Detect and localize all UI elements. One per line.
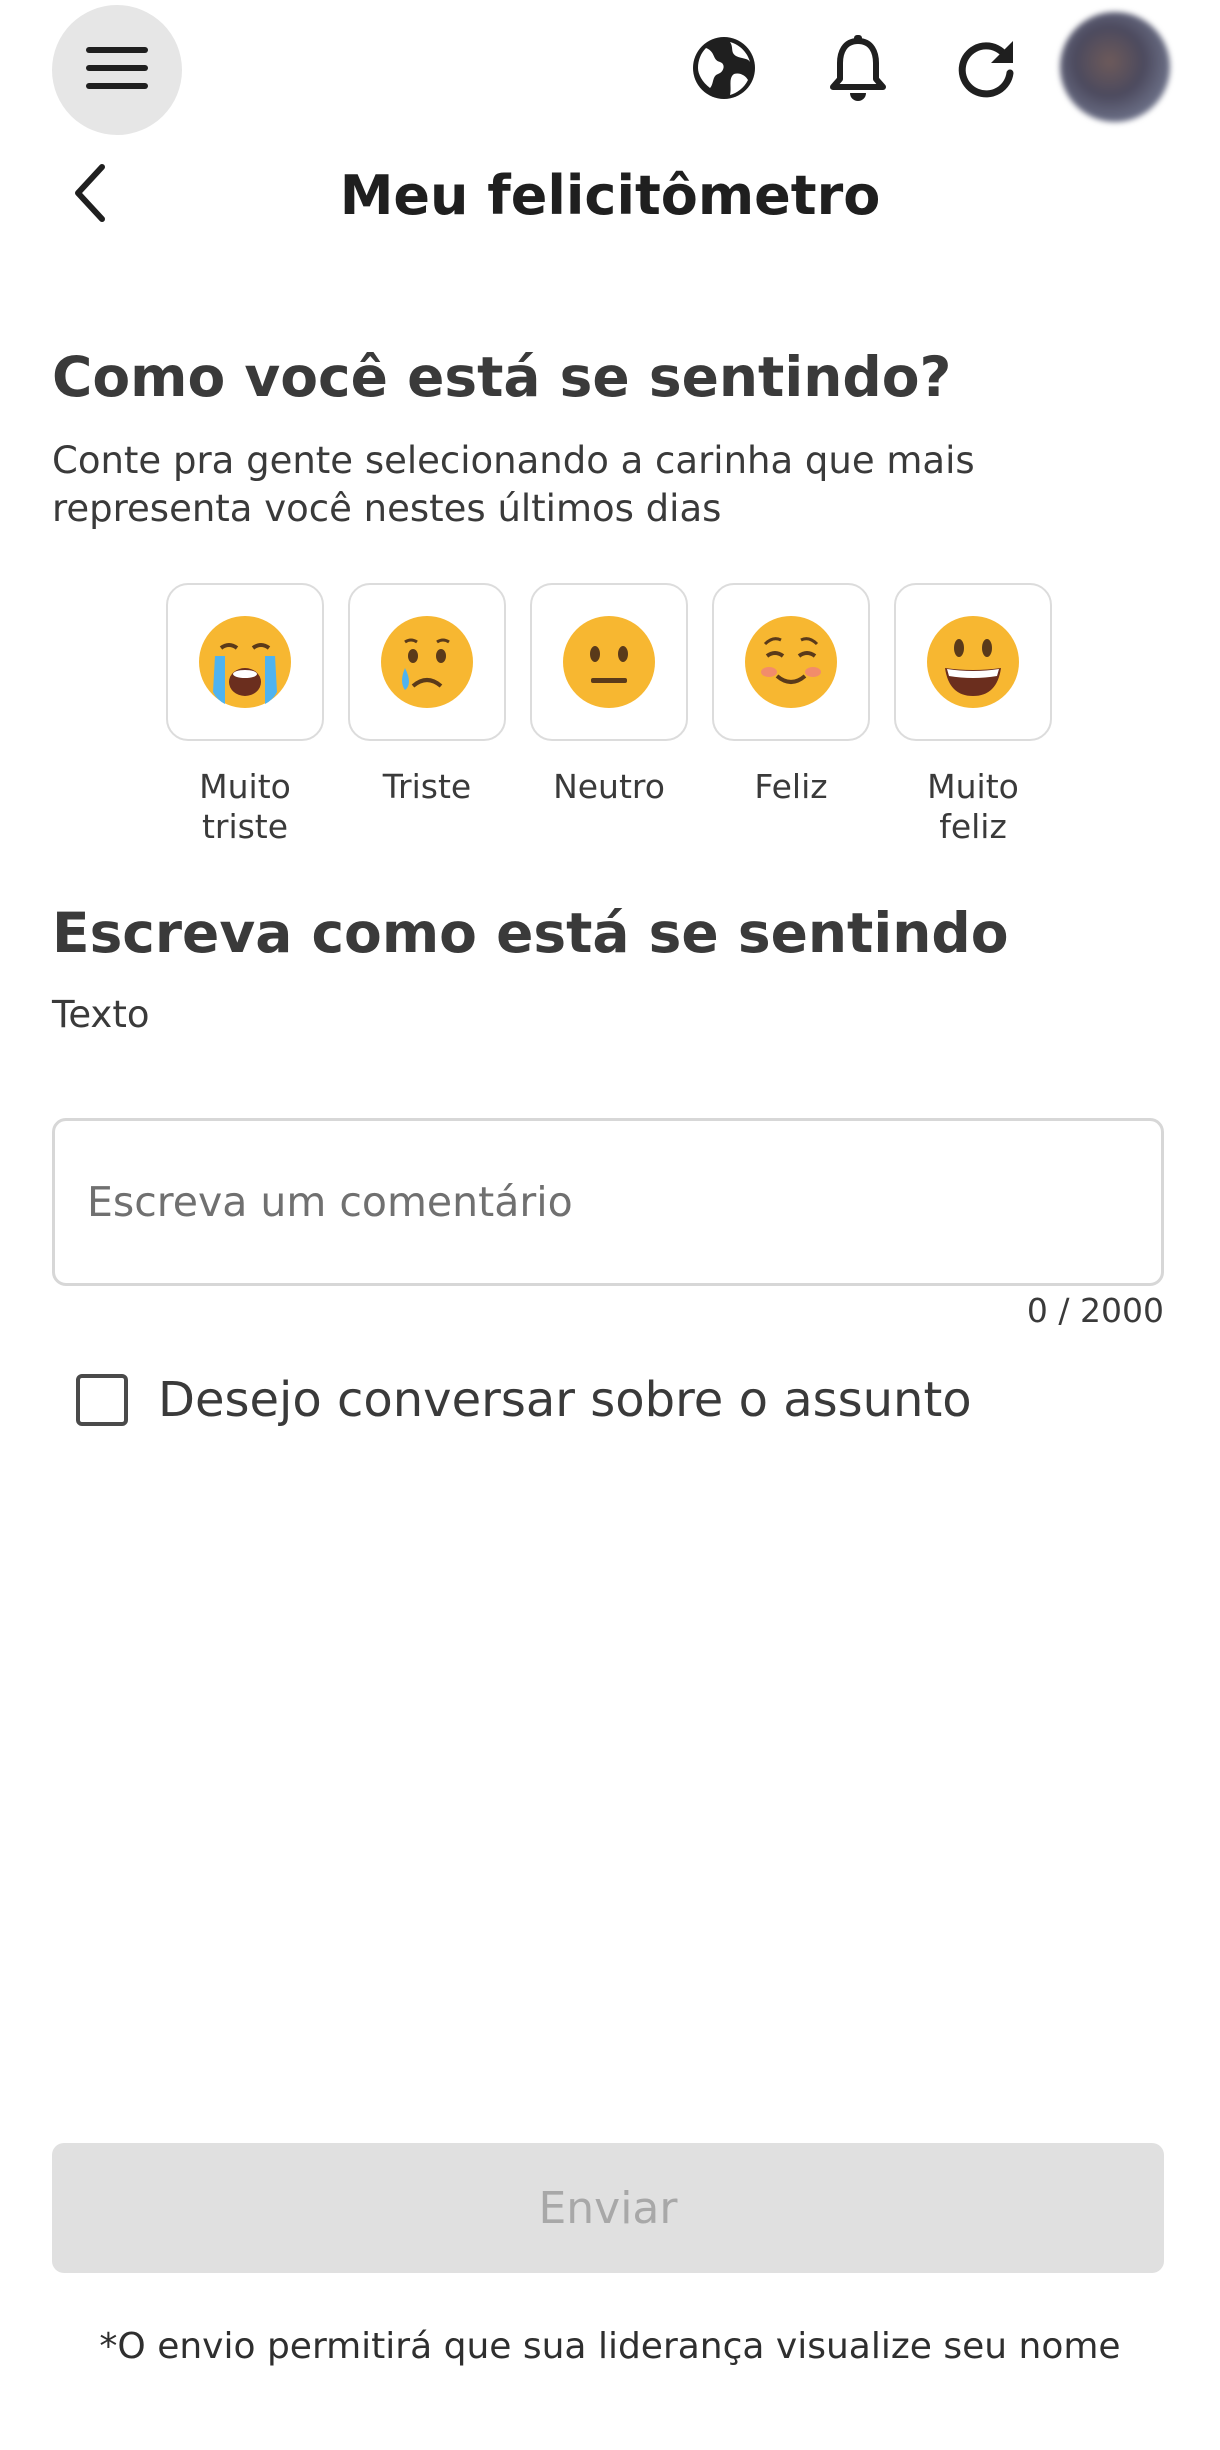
- mood-option-sad[interactable]: Triste: [348, 583, 506, 807]
- mood-option-very-happy[interactable]: Muito feliz: [894, 583, 1052, 847]
- character-counter: 0 / 2000: [1026, 1291, 1164, 1330]
- mood-label: Muito feliz: [927, 767, 1019, 846]
- mood-option-neutral[interactable]: Neutro: [530, 583, 688, 807]
- hamburger-menu-icon: [86, 45, 148, 95]
- language-button[interactable]: [684, 30, 764, 110]
- mood-label: Feliz: [754, 767, 828, 806]
- smiling-face-icon: [745, 616, 837, 708]
- page-title: Meu felicitômetro: [339, 164, 881, 227]
- notifications-button[interactable]: [818, 30, 898, 110]
- mood-emoji-box[interactable]: [530, 583, 688, 741]
- talk-about-it-checkbox[interactable]: [76, 1374, 128, 1426]
- comment-field-label: Texto: [52, 993, 150, 1036]
- globe-icon: [690, 34, 758, 106]
- mood-label: Neutro: [553, 767, 665, 806]
- bell-icon: [828, 33, 888, 107]
- menu-button[interactable]: [52, 5, 182, 135]
- mood-label: Muito triste: [199, 767, 291, 846]
- mood-options: Muito triste Triste Neutro Feliz Muito f…: [166, 583, 1056, 853]
- mood-section-title: Como você está se sentindo?: [52, 345, 952, 409]
- mood-option-happy[interactable]: Feliz: [712, 583, 870, 807]
- sad-tear-face-icon: [381, 616, 473, 708]
- avatar[interactable]: [1060, 12, 1170, 122]
- mood-option-very-sad[interactable]: Muito triste: [166, 583, 324, 847]
- mood-emoji-box[interactable]: [348, 583, 506, 741]
- mood-emoji-box[interactable]: [894, 583, 1052, 741]
- neutral-face-icon: [563, 616, 655, 708]
- mood-emoji-box[interactable]: [166, 583, 324, 741]
- submit-button[interactable]: Enviar: [52, 2143, 1164, 2273]
- comment-section-title: Escreva como está se sentindo: [52, 901, 1009, 965]
- refresh-button[interactable]: [946, 30, 1026, 110]
- mood-emoji-box[interactable]: [712, 583, 870, 741]
- refresh-icon: [955, 37, 1017, 103]
- comment-input[interactable]: [52, 1118, 1164, 1286]
- top-bar: [0, 0, 1220, 140]
- mood-label: Triste: [382, 767, 472, 806]
- crying-face-icon: [199, 616, 291, 708]
- grinning-face-icon: [927, 616, 1019, 708]
- talk-about-it-label[interactable]: Desejo conversar sobre o assunto: [158, 1372, 972, 1428]
- mood-section-subtitle: Conte pra gente selecionando a carinha q…: [52, 439, 975, 530]
- talk-about-it-option[interactable]: Desejo conversar sobre o assunto: [76, 1365, 972, 1435]
- privacy-footnote: *O envio permitirá que sua liderança vis…: [99, 2326, 1121, 2367]
